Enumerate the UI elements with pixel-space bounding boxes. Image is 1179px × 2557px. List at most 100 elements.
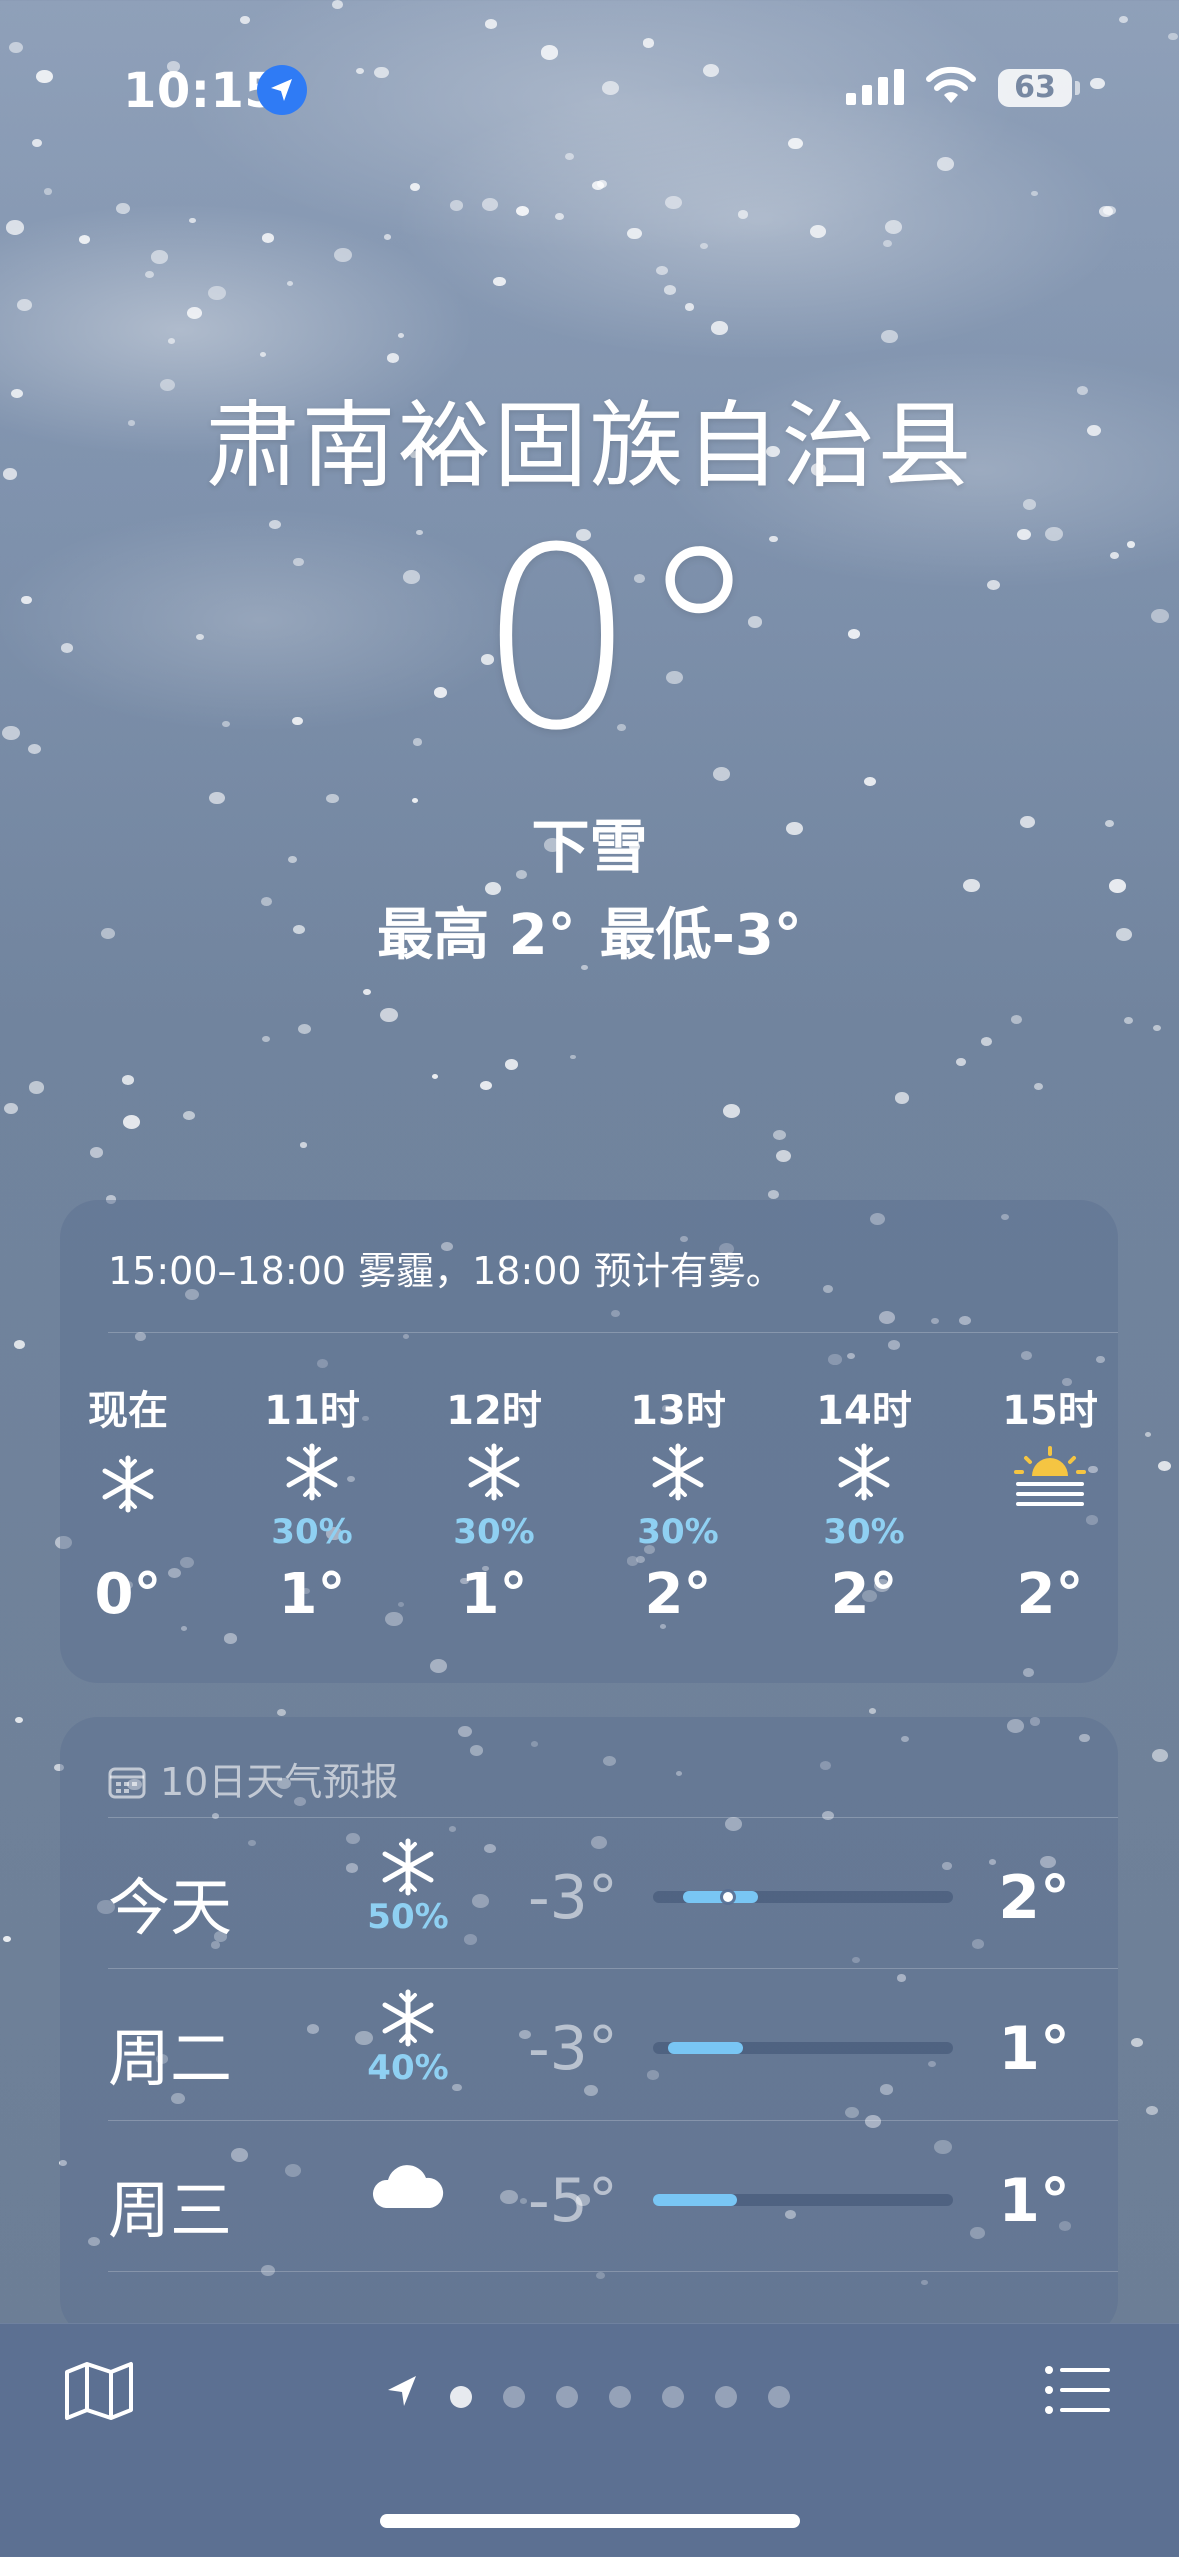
snowflake-particle [955,1058,966,1066]
status-time: 10:15 [123,63,279,119]
current-temperature: 0° [477,494,762,785]
snowflake-icon [232,1442,392,1512]
snowflake-particle [28,1081,45,1094]
snowflake-particle [1010,1014,1023,1024]
high-temp: 1° [998,2014,1070,2084]
battery-tip [1075,81,1080,95]
snowflake-particle [3,1935,12,1943]
ten-day-title: 10日天气预报 [160,1760,399,1804]
snowflake-particle [276,1708,287,1717]
snowflake-particle [287,280,294,286]
map-icon[interactable] [63,2360,135,2426]
divider [108,1332,1118,1333]
snowflake-particle [334,247,352,262]
snowflake-particle [868,1708,876,1715]
city-name: 肃南裕固族自治县 [205,392,974,501]
cellular-signal-icon [846,69,904,105]
page-dot[interactable] [768,2386,790,2408]
hourly-forecast-card[interactable]: 15:00–18:00 雾霾，18:00 预计有雾。 现在 0° 11时 30%… [60,1200,1118,1683]
high-temp: 1° [998,2166,1070,2236]
precip-chance: 30% [823,1512,905,1552]
snowflake-particle [980,1036,993,1046]
day-row[interactable]: 今天 50% -3° 2° [108,1819,1070,1969]
day-label: 周二 [108,2022,233,2095]
temp-range-fill [683,1891,758,1903]
hour-item: 12时 30% 1° [414,1378,574,1627]
hour-temp: 1° [460,1562,528,1627]
low-temp: 最低-3° [599,903,802,968]
snowflake-particle [1145,2106,1158,2116]
hour-temp: 2° [830,1562,898,1627]
hour-temp: 0° [94,1562,162,1627]
page-dot[interactable] [715,2386,737,2408]
snowflake-particle [1168,32,1178,41]
snowflake-particle [665,195,682,209]
snowflake-particle [261,232,274,243]
status-bar: 10:15 63 [0,55,1179,125]
snowflake-particle [240,16,250,24]
page-dot[interactable] [609,2386,631,2408]
sunrise-haze-icon [970,1442,1118,1512]
snowflake-particle [516,205,530,217]
hour-label: 11时 [264,1388,360,1434]
hour-item: 13时 30% 2° [598,1378,758,1627]
snowflake-particle [17,298,32,311]
snowflake-particle [493,276,506,287]
snowflake-particle [504,1059,519,1070]
hour-temp: 2° [1016,1562,1084,1627]
snowflake-particle [1098,205,1113,217]
snowflake-particle [776,1149,792,1162]
day-row[interactable]: 周三 -5° 1° [108,2122,1070,2272]
snowflake-particle [380,1008,398,1022]
high-temp: 最高 2° [377,903,576,968]
current-location-arrow-icon [388,2376,416,2406]
precip-chance: 40% [367,2048,449,2088]
hour-temp: 2° [644,1562,712,1627]
snowflake-particle [936,157,954,171]
precip-chance [60,1512,208,1548]
precip-chance: 30% [453,1512,535,1552]
ten-day-header: 10日天气预报 [108,1751,398,1808]
day-label: 今天 [108,1871,233,1944]
snowflake-particle [737,210,748,219]
snowflake-particle [642,38,655,48]
snowflake-particle [3,1102,18,1115]
temp-range-fill [653,2194,737,2206]
day-label: 周三 [108,2174,233,2247]
battery-indicator: 63 [998,69,1072,107]
snowflake-particle [300,1142,308,1148]
location-arrow-icon [257,65,307,115]
snowflake-particle [864,776,876,787]
list-icon[interactable] [1044,2364,1112,2420]
home-indicator [380,2514,800,2528]
snowflake-particle [663,284,677,296]
snowflake-particle [565,152,574,160]
high-temp: 2° [998,1863,1070,1933]
cloud-icon [348,2140,468,2216]
snowflake-particle [485,19,497,29]
snowflake-particle [9,41,23,53]
snowflake-particle [13,1340,25,1349]
divider [108,2271,1118,2272]
snowflake-particle [151,250,168,264]
page-dot[interactable] [662,2386,684,2408]
snowflake-icon: 40% [348,1988,468,2088]
temp-range-bar [653,2042,953,2054]
hour-temp: 1° [278,1562,346,1627]
snowflake-particle [89,1146,104,1158]
snowflake-particle [554,212,564,221]
snowflake-particle [122,1114,141,1129]
precip-chance: 50% [367,1897,449,1937]
ten-day-forecast-card[interactable]: 10日天气预报 今天 50% -3° 2° 周二 40% -3° 1° 周三 -… [60,1717,1118,2337]
hour-label: 12时 [446,1388,542,1434]
temp-range-bar [653,1891,953,1903]
day-row[interactable]: 周二 40% -3° 1° [108,1970,1070,2120]
page-dot[interactable] [556,2386,578,2408]
page-dot[interactable] [503,2386,525,2408]
snowflake-particle [699,242,708,250]
snowflake-icon [60,1442,208,1513]
snowflake-particle [1030,190,1038,197]
page-dot[interactable] [450,2386,472,2408]
snowflake-particle [6,220,24,235]
low-temp: -3° [528,2014,618,2084]
